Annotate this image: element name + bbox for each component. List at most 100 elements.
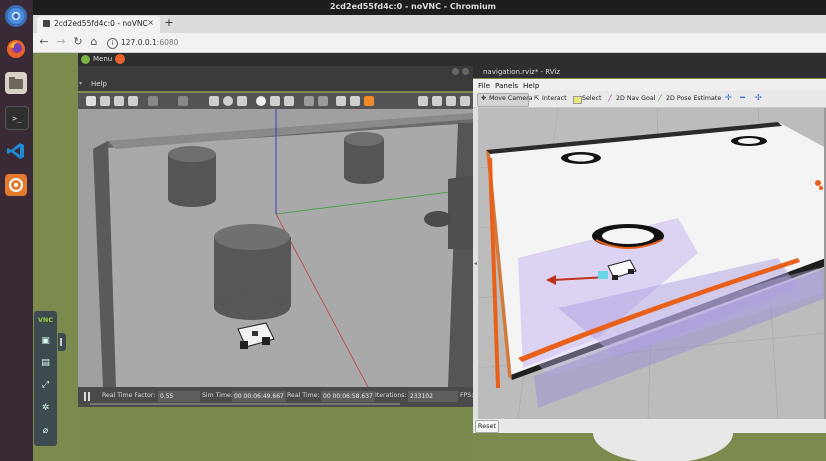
pose-estimate-button[interactable]: 2D Pose Estimate (666, 95, 721, 102)
files-icon[interactable] (5, 72, 27, 94)
gazebo-3d-viewport[interactable] (78, 109, 473, 387)
terminal-icon[interactable]: >_ (5, 106, 29, 130)
rviz-panels-menu[interactable]: Panels (495, 81, 518, 90)
rviz-bottom-bar: Reset (473, 419, 826, 433)
select-mode-icon[interactable] (86, 96, 96, 106)
rviz-3d-view[interactable] (478, 108, 826, 419)
screenshot-icon[interactable] (418, 96, 428, 106)
browser-tab[interactable]: 2cd2ed55fd4c:0 - noVNC × (37, 16, 160, 33)
novnc-control-bar: VNC ▣ ▤ ⤢ ✲ ⌀ (34, 311, 57, 446)
gazebo-menubar: ▾ Help (78, 77, 473, 91)
gazebo-close-icon[interactable] (462, 68, 469, 75)
launcher-dock: >_ (0, 0, 33, 461)
redo-icon[interactable] (178, 96, 188, 106)
point-light-icon[interactable] (256, 96, 266, 106)
scale-icon[interactable] (128, 96, 138, 106)
select-icon (573, 96, 582, 104)
real-time-label: Real Time: (287, 392, 320, 399)
control-bar-handle[interactable] (58, 333, 66, 351)
reload-icon[interactable]: ↻ (72, 36, 84, 48)
desktop-background-strip (78, 407, 473, 461)
translate-icon[interactable] (100, 96, 110, 106)
move-camera-icon: ✥ (481, 95, 487, 102)
remote-firefox-icon[interactable] (115, 54, 125, 64)
gazebo-maximize-icon[interactable] (452, 68, 459, 75)
rviz-menubar: File Panels Help (473, 79, 826, 91)
novnc-logo: VNC (37, 316, 54, 324)
ubuntu-software-icon[interactable] (5, 174, 27, 196)
rviz-map-render (478, 108, 826, 419)
site-info-icon[interactable]: i (107, 37, 118, 49)
rviz-help-menu[interactable]: Help (523, 81, 539, 90)
window-title: 2cd2ed55fd4c:0 - noVNC - Chromium (329, 2, 496, 11)
real-time-value: 00 00:06:58.637 (321, 391, 375, 402)
pose-estimate-icon: ╱ (658, 95, 662, 102)
snap-icon[interactable] (350, 96, 360, 106)
url-bar[interactable]: i 127.0.0.1:6080 (107, 36, 826, 50)
nav-goal-button[interactable]: 2D Nav Goal (616, 95, 656, 102)
gazebo-toolbar (78, 93, 473, 109)
remove-tool-icon[interactable]: ━ (740, 93, 745, 102)
spot-light-icon[interactable] (270, 96, 280, 106)
address-toolbar: ← → ↻ ⌂ i 127.0.0.1:6080 (33, 33, 826, 53)
interact-button[interactable]: Interact (542, 95, 567, 102)
sphere-shape-icon[interactable] (223, 96, 233, 106)
view-angle-icon[interactable] (364, 96, 374, 106)
reset-button[interactable]: Reset (475, 420, 499, 433)
cylinder-obstacle (214, 224, 291, 320)
copy-icon[interactable] (304, 96, 314, 106)
new-tab-button[interactable]: + (163, 16, 175, 31)
menu-overflow-icon[interactable]: ▾ (79, 80, 82, 87)
rtf-value: 0.55 (158, 391, 200, 402)
align-icon[interactable] (336, 96, 346, 106)
menu-icon[interactable] (81, 55, 90, 64)
fps-label: FPS: (460, 392, 474, 399)
rviz-file-menu[interactable]: File (478, 81, 490, 90)
chromium-icon[interactable] (5, 5, 27, 27)
keyboard-icon[interactable]: ▣ (39, 335, 52, 348)
gazebo-help-menu[interactable]: Help (91, 80, 107, 88)
rotate-icon[interactable] (114, 96, 124, 106)
paste-icon[interactable] (318, 96, 328, 106)
iterations-label: Iterations: (375, 392, 407, 399)
gazebo-titlebar (78, 66, 473, 77)
plot-icon[interactable] (446, 96, 456, 106)
vscode-icon[interactable] (5, 140, 27, 162)
tab-close-icon[interactable]: × (147, 18, 154, 27)
tab-title: 2cd2ed55fd4c:0 - noVNC (54, 19, 148, 28)
firefox-icon[interactable] (5, 38, 27, 60)
back-icon[interactable]: ← (38, 36, 50, 48)
novnc-favicon-icon (43, 20, 50, 27)
settings-icon[interactable]: ✲ (39, 402, 52, 415)
gazebo-statusbar: Real Time Factor: 0.55 Sim Time: 00 00:0… (78, 387, 473, 407)
forward-icon[interactable]: → (55, 36, 67, 48)
cylinder-obstacle (168, 146, 216, 207)
rviz-window-title: navigation.rviz* - RViz (483, 68, 561, 76)
rviz-titlebar: navigation.rviz* - RViz (473, 66, 826, 78)
directional-light-icon[interactable] (284, 96, 294, 106)
rtf-label: Real Time Factor: (102, 392, 156, 399)
gazebo-scrollbar[interactable] (90, 403, 400, 405)
cylinder-shape-icon[interactable] (237, 96, 247, 106)
select-button[interactable]: Select (582, 95, 601, 102)
home-icon[interactable]: ⌂ (88, 36, 100, 48)
move-camera-label: Move Camera (489, 95, 533, 102)
clipboard-icon[interactable]: ▤ (39, 357, 52, 370)
rviz-toolbar: ✥ Move Camera ⇱ Interact Select ╱ 2D Nav… (473, 91, 826, 108)
fullscreen-icon[interactable]: ⤢ (39, 379, 52, 392)
url-port: :6080 (156, 38, 179, 47)
log-icon[interactable] (432, 96, 442, 106)
disconnect-icon[interactable]: ⌀ (39, 425, 52, 438)
box-shape-icon[interactable] (209, 96, 219, 106)
remote-menu-button[interactable]: Menu (93, 55, 112, 63)
collapse-panel-icon[interactable]: ◂ (474, 260, 477, 267)
iterations-value: 233102 (408, 391, 458, 402)
undo-icon[interactable] (148, 96, 158, 106)
pause-icon[interactable] (88, 392, 90, 401)
add-tool-icon[interactable]: ✛ (725, 93, 732, 102)
tool-properties-icon[interactable]: ✣ (755, 93, 762, 102)
os-top-panel: 2cd2ed55fd4c:0 - noVNC - Chromium (0, 0, 826, 15)
cylinder-obstacle (344, 132, 384, 184)
video-record-icon[interactable] (460, 96, 470, 106)
sim-time-label: Sim Time: (202, 392, 233, 399)
